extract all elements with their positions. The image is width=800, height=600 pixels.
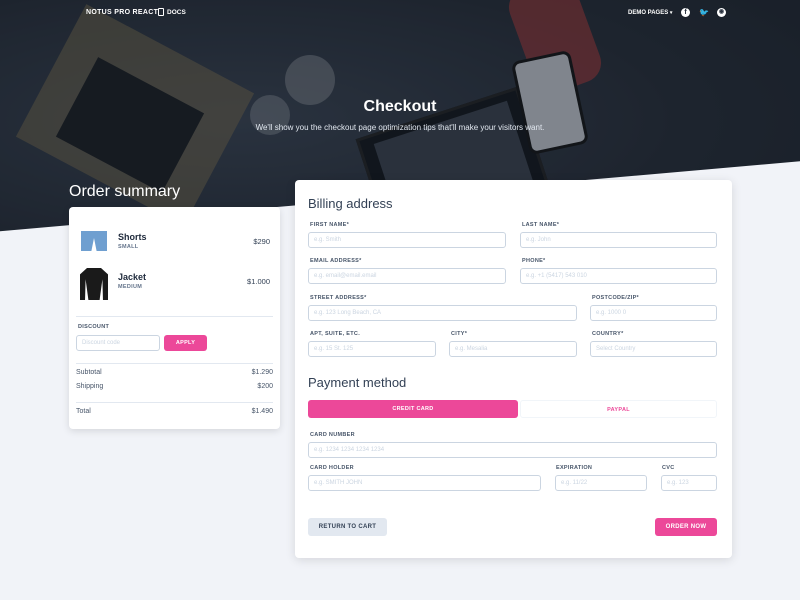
github-icon[interactable]: ◉ — [717, 8, 726, 17]
apt-label: APT, SUITE, ETC. — [310, 331, 361, 337]
order-now-button[interactable]: ORDER NOW — [655, 518, 717, 536]
list-item: Jacket MEDIUM $1.000 — [79, 268, 272, 300]
page-title: Checkout — [363, 98, 437, 115]
city-field[interactable]: e.g. Mesalia — [449, 341, 577, 357]
email-field[interactable]: e.g. email@email.email — [308, 268, 506, 284]
item-name: Jacket — [118, 272, 147, 282]
item-price: $1.000 — [247, 277, 270, 286]
shipping-row: Shipping $200 — [76, 383, 273, 390]
email-label: EMAIL ADDRESS* — [310, 258, 362, 264]
list-item: Shorts SMALL $290 — [79, 228, 272, 258]
demo-pages-label: DEMO PAGES — [628, 10, 669, 16]
postcode-field[interactable]: e.g. 1000 0 — [590, 305, 717, 321]
twitter-icon[interactable]: 🐦 — [699, 8, 709, 17]
top-navbar: NOTUS PRO REACT DOCS DEMO PAGES ▾ f 🐦 ◉ — [0, 0, 800, 26]
divider — [76, 402, 273, 403]
card-holder-label: CARD HOLDER — [310, 465, 354, 471]
phone-label: PHONE* — [522, 258, 546, 264]
cvc-label: CVC — [662, 465, 675, 471]
tab-credit-card[interactable]: CREDIT CARD — [308, 400, 518, 418]
checkout-form-card: Billing address FIRST NAME* e.g. Smith L… — [295, 180, 732, 558]
apply-button[interactable]: APPLY — [164, 335, 207, 351]
card-number-field[interactable]: e.g. 1234 1234 1234 1234 — [308, 442, 717, 458]
apt-field[interactable]: e.g. 15 St. 125 — [308, 341, 436, 357]
last-name-label: LAST NAME* — [522, 222, 560, 228]
shorts-thumbnail — [79, 228, 109, 258]
subtotal-row: Subtotal $1.290 — [76, 369, 273, 376]
item-price: $290 — [253, 237, 270, 246]
jacket-thumbnail — [79, 268, 109, 300]
order-summary-card: Shorts SMALL $290 Jacket MEDIUM $1.000 D… — [69, 207, 280, 429]
billing-title: Billing address — [308, 196, 393, 211]
total-value: $1.490 — [251, 408, 273, 415]
country-select[interactable]: Select Country — [590, 341, 717, 357]
demo-pages-dropdown[interactable]: DEMO PAGES ▾ — [628, 10, 672, 16]
card-holder-field[interactable]: e.g. SMITH JOHN — [308, 475, 541, 491]
phone-field[interactable]: e.g. +1 (5417) 543 010 — [520, 268, 717, 284]
expiration-field[interactable]: e.g. 11/22 — [555, 475, 647, 491]
last-name-field[interactable]: e.g. John — [520, 232, 717, 248]
brand-link[interactable]: NOTUS PRO REACT — [86, 9, 158, 16]
total-row: Total $1.490 — [76, 408, 273, 415]
expiration-label: EXPIRATION — [556, 465, 593, 471]
country-label: COUNTRY* — [592, 331, 624, 337]
docs-label: DOCS — [167, 8, 186, 16]
card-number-label: CARD NUMBER — [310, 432, 355, 438]
payment-title: Payment method — [308, 375, 407, 390]
item-variant: MEDIUM — [118, 284, 143, 290]
item-name: Shorts — [118, 232, 147, 242]
first-name-field[interactable]: e.g. Smith — [308, 232, 506, 248]
caret-down-icon: ▾ — [669, 10, 673, 16]
order-summary-title: Order summary — [69, 183, 181, 200]
facebook-icon[interactable]: f — [681, 8, 690, 17]
divider — [76, 363, 273, 364]
item-variant: SMALL — [118, 244, 139, 250]
city-label: CITY* — [451, 331, 468, 337]
page-subtitle: We'll show you the checkout page optimiz… — [255, 123, 545, 132]
street-label: STREET ADDRESS* — [310, 295, 367, 301]
discount-code-input[interactable]: Discount code — [76, 335, 160, 351]
cvc-field[interactable]: e.g. 123 — [661, 475, 717, 491]
street-field[interactable]: e.g. 123 Long Beach, CA — [308, 305, 577, 321]
return-to-cart-button[interactable]: RETURN TO CART — [308, 518, 387, 536]
subtotal-label: Subtotal — [76, 369, 102, 376]
docs-link[interactable]: DOCS — [158, 8, 186, 16]
tab-paypal[interactable]: PAYPAL — [520, 400, 717, 418]
divider — [76, 316, 273, 317]
postcode-label: POSTCODE/ZIP* — [592, 295, 639, 301]
total-label: Total — [76, 408, 91, 415]
document-icon — [158, 8, 164, 16]
first-name-label: FIRST NAME* — [310, 222, 350, 228]
shipping-value: $200 — [257, 383, 273, 390]
subtotal-value: $1.290 — [251, 369, 273, 376]
shipping-label: Shipping — [76, 383, 104, 390]
discount-label: DISCOUNT — [78, 324, 110, 330]
